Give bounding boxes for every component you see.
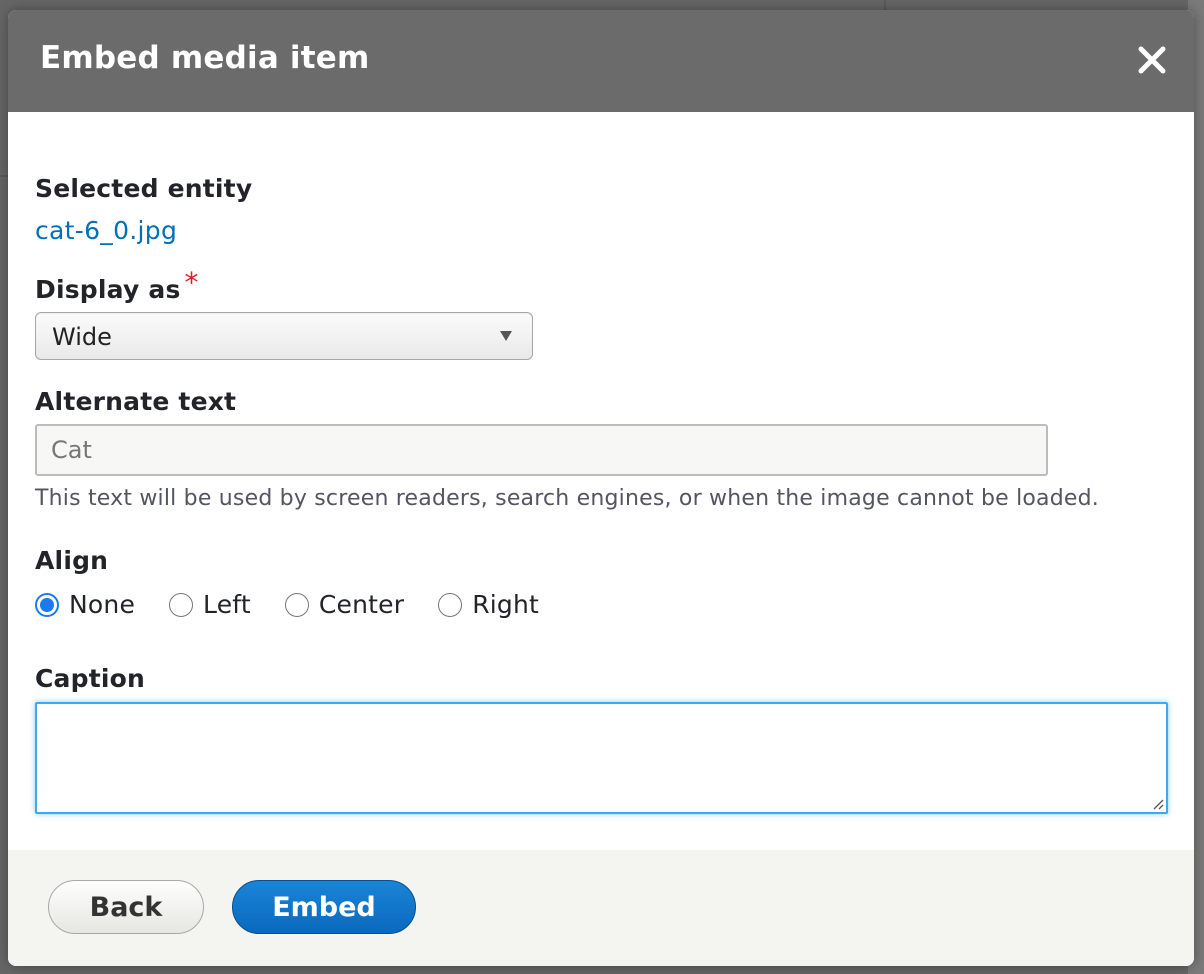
backdrop-divider: [0, 175, 8, 177]
radio-button[interactable]: [284, 592, 309, 617]
back-button[interactable]: Back: [48, 880, 204, 934]
alternate-text-input[interactable]: [35, 424, 1048, 476]
selected-entity-link[interactable]: cat-6_0.jpg: [35, 216, 177, 245]
caption-textarea[interactable]: [35, 702, 1168, 814]
backdrop-divider: [884, 0, 886, 10]
close-icon: [1138, 46, 1166, 74]
radio-button[interactable]: [35, 592, 59, 617]
display-as-selected-value: Wide: [52, 323, 112, 351]
radio-label: None: [69, 590, 136, 619]
align-label: Align: [35, 546, 109, 575]
alternate-text-label: Alternate text: [35, 387, 237, 416]
close-button[interactable]: [1136, 44, 1168, 76]
dropdown-arrow-icon: [500, 331, 512, 341]
display-as-select[interactable]: Wide: [35, 312, 533, 360]
radio-label: Center: [318, 590, 405, 619]
radio-label: Left: [203, 590, 251, 619]
display-as-label: Display as: [35, 275, 181, 304]
align-option-right[interactable]: Right: [438, 590, 539, 619]
required-marker: *: [184, 266, 199, 299]
resize-handle-icon[interactable]: [1150, 796, 1164, 810]
radio-button[interactable]: [438, 592, 463, 617]
embed-button[interactable]: Embed: [232, 880, 416, 934]
align-option-left[interactable]: Left: [169, 590, 251, 619]
radio-label: Right: [472, 590, 540, 619]
align-radio-group: None Left Center Right: [35, 590, 573, 619]
alternate-text-description: This text will be used by screen readers…: [35, 486, 1099, 511]
align-option-none[interactable]: None: [35, 590, 135, 619]
align-option-center[interactable]: Center: [284, 590, 405, 619]
caption-label: Caption: [35, 664, 146, 693]
selected-entity-label: Selected entity: [35, 174, 253, 203]
display-as-label-row: Display as *: [35, 266, 199, 305]
radio-button[interactable]: [169, 592, 194, 617]
dialog-footer: Back Embed: [8, 850, 1194, 966]
embed-media-dialog: Embed media item Selected entity cat-6_0…: [8, 10, 1194, 966]
dialog-titlebar: Embed media item: [8, 10, 1194, 112]
dialog-title: Embed media item: [40, 40, 370, 76]
